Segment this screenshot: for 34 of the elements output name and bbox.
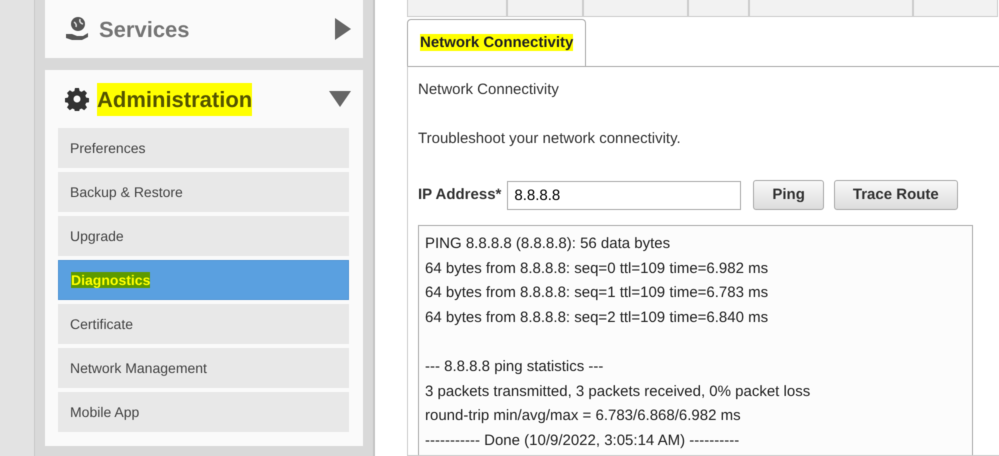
tab[interactable] <box>688 0 749 17</box>
tab[interactable] <box>407 0 507 17</box>
fieldset-legend: Network Connectivity <box>418 79 989 102</box>
output-line: 3 packets transmitted, 3 packets received, 0% packet loss <box>425 382 812 402</box>
output-line: 64 bytes from 8.8.8.8: seq=2 ttl=109 time=6.840 ms <box>425 308 770 328</box>
output-line: 64 bytes from 8.8.8.8: seq=0 ttl=109 time=6.982 ms <box>425 258 770 279</box>
trace-route-button[interactable]: Trace Route <box>834 180 958 210</box>
section-title: Services <box>99 16 190 44</box>
menu-item[interactable]: Upgrade <box>58 216 349 256</box>
output-line: ----------- Done (10/9/2022, 3:05:14 AM) ---------- <box>425 430 740 451</box>
section-title: Administration <box>97 82 252 116</box>
menu-item[interactable]: Network Management <box>58 348 349 388</box>
ip-address-label: IP Address* <box>418 184 502 205</box>
caret-down-icon <box>329 91 351 107</box>
intro-text: Troubleshoot your network connectivity. <box>418 128 682 148</box>
gear-icon <box>65 87 89 111</box>
tab[interactable] <box>507 0 583 17</box>
tab[interactable] <box>583 0 688 17</box>
menu-item[interactable]: Certificate <box>58 304 349 344</box>
ping-button[interactable]: Ping <box>753 180 824 210</box>
menu-item[interactable]: Preferences <box>58 128 349 168</box>
output-line: PING 8.8.8.8 (8.8.8.8): 56 data bytes <box>425 234 672 254</box>
output-line: --- 8.8.8.8 ping statistics --- <box>425 356 604 377</box>
tab[interactable] <box>913 0 998 17</box>
menu-item[interactable]: Backup & Restore <box>58 172 349 212</box>
output-line: 64 bytes from 8.8.8.8: seq=1 ttl=109 time=6.783 ms <box>425 283 770 304</box>
globe-hand-icon <box>65 16 91 42</box>
caret-right-icon <box>335 18 351 40</box>
section-header[interactable]: Services <box>45 0 363 58</box>
ip-address-field[interactable]: 8.8.8.8 <box>507 180 742 210</box>
tab[interactable] <box>749 0 913 17</box>
output-line: round-trip min/avg/max = 6.783/6.868/6.982 ms <box>425 406 742 426</box>
menu-item[interactable]: Mobile App <box>58 392 349 432</box>
section-header[interactable]: Administration <box>45 70 363 128</box>
